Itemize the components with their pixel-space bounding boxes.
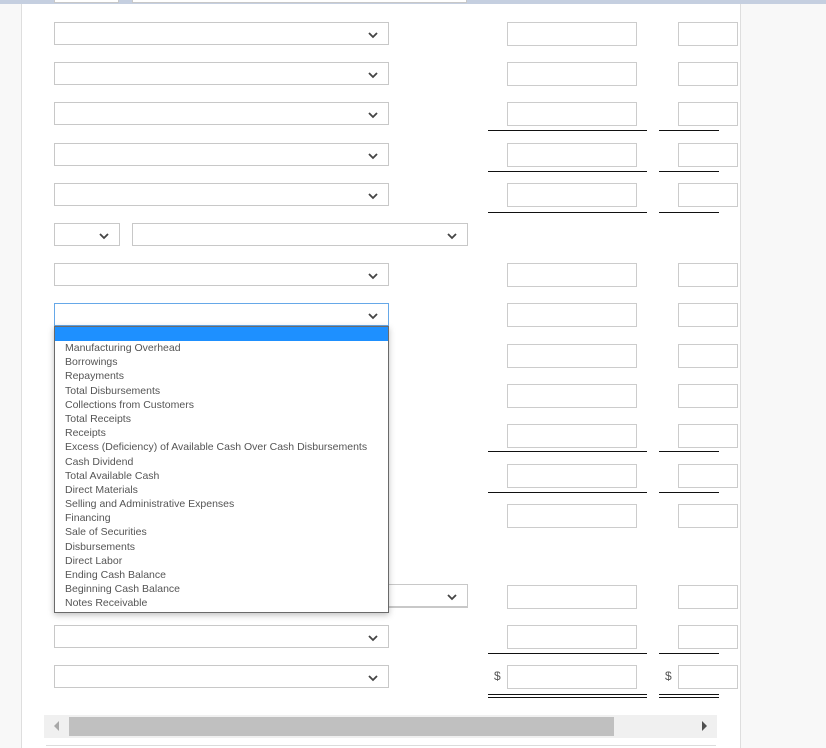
chevron-down-icon	[367, 149, 379, 161]
select-line-item[interactable]	[54, 625, 389, 648]
double-underline	[488, 694, 647, 698]
chevron-down-icon	[367, 309, 379, 321]
underline	[488, 130, 647, 131]
amount-input-col1[interactable]	[507, 504, 637, 528]
amount-input-col1[interactable]	[507, 665, 637, 689]
left-margin	[0, 4, 22, 748]
amount-input-col1[interactable]	[507, 183, 637, 207]
amount-input-col2[interactable]	[678, 263, 738, 287]
select-line-item[interactable]	[54, 143, 389, 166]
chevron-down-icon	[367, 671, 379, 683]
partial-select-wide[interactable]	[132, 0, 467, 3]
underline	[488, 171, 647, 172]
amount-input-col1[interactable]	[507, 464, 637, 488]
amount-input-col2[interactable]	[678, 22, 738, 46]
select-small[interactable]	[54, 223, 120, 246]
select-line-item[interactable]	[54, 183, 389, 206]
underline	[488, 212, 647, 213]
amount-input-col2[interactable]	[678, 62, 738, 86]
underline	[659, 130, 719, 131]
dropdown-option[interactable]	[55, 327, 388, 341]
dropdown-option[interactable]: Total Disbursements	[55, 384, 388, 398]
amount-input-col2[interactable]	[678, 585, 738, 609]
amount-input-col1[interactable]	[507, 102, 637, 126]
underline	[488, 451, 647, 452]
select-line-item[interactable]	[54, 62, 389, 85]
dropdown-option[interactable]: Direct Materials	[55, 483, 388, 497]
select-line-item[interactable]	[54, 263, 389, 286]
dropdown-list[interactable]: Manufacturing Overhead Borrowings Repaymen…	[54, 326, 389, 613]
underline	[659, 451, 719, 452]
dollar-sign: $	[494, 669, 501, 683]
underline	[488, 492, 647, 493]
chevron-down-icon	[98, 229, 110, 241]
amount-input-col1[interactable]	[507, 424, 637, 448]
dropdown-option[interactable]: Ending Cash Balance	[55, 568, 388, 582]
dropdown-option[interactable]: Repayments	[55, 369, 388, 383]
chevron-down-icon	[367, 631, 379, 643]
dropdown-option[interactable]: Direct Labor	[55, 554, 388, 568]
double-underline	[659, 694, 719, 698]
dropdown-option[interactable]: Selling and Administrative Expenses	[55, 497, 388, 511]
dollar-sign: $	[665, 669, 672, 683]
amount-input-col1[interactable]	[507, 62, 637, 86]
select-open[interactable]	[54, 303, 389, 326]
select-line-item[interactable]	[54, 665, 389, 688]
dropdown-option[interactable]: Beginning Cash Balance	[55, 582, 388, 596]
amount-input-col2[interactable]	[678, 625, 738, 649]
scrollbar-thumb[interactable]	[69, 717, 614, 736]
dropdown-option[interactable]: Financing	[55, 511, 388, 525]
chevron-down-icon	[367, 108, 379, 120]
amount-input-col1[interactable]	[507, 625, 637, 649]
amount-input-col2[interactable]	[678, 344, 738, 368]
amount-input-col2[interactable]	[678, 665, 738, 689]
select-line-item[interactable]	[54, 22, 389, 45]
dropdown-option[interactable]: Total Available Cash	[55, 469, 388, 483]
amount-input-col1[interactable]	[507, 22, 637, 46]
amount-input-col1[interactable]	[507, 143, 637, 167]
amount-input-col1[interactable]	[507, 263, 637, 287]
amount-input-col1[interactable]	[507, 303, 637, 327]
dropdown-option[interactable]: Sale of Securities	[55, 525, 388, 539]
underline	[659, 212, 719, 213]
dropdown-option[interactable]: Manufacturing Overhead	[55, 341, 388, 355]
amount-input-col1[interactable]	[507, 585, 637, 609]
underline	[488, 653, 647, 654]
triangle-right-icon[interactable]	[702, 721, 707, 731]
select-account[interactable]	[132, 223, 468, 246]
underline	[659, 492, 719, 493]
dropdown-option[interactable]: Cash Dividend	[55, 455, 388, 469]
chevron-down-icon	[367, 28, 379, 40]
horizontal-scrollbar[interactable]	[44, 715, 717, 738]
amount-input-col2[interactable]	[678, 424, 738, 448]
partial-select-small[interactable]	[54, 0, 119, 3]
dropdown-option[interactable]: Notes Receivable	[55, 596, 388, 610]
amount-input-col2[interactable]	[678, 143, 738, 167]
chevron-down-icon	[367, 269, 379, 281]
dropdown-option[interactable]: Borrowings	[55, 355, 388, 369]
underline	[659, 171, 719, 172]
dropdown-option[interactable]: Excess (Deficiency) of Available Cash Ov…	[55, 440, 388, 454]
chevron-down-icon	[446, 590, 458, 602]
amount-input-col2[interactable]	[678, 303, 738, 327]
amount-input-col2[interactable]	[678, 504, 738, 528]
chevron-down-icon	[446, 229, 458, 241]
amount-input-col2[interactable]	[678, 464, 738, 488]
dropdown-option[interactable]: Receipts	[55, 426, 388, 440]
amount-input-col2[interactable]	[678, 384, 738, 408]
amount-input-col2[interactable]	[678, 183, 738, 207]
amount-input-col2[interactable]	[678, 102, 738, 126]
divider	[46, 745, 716, 746]
underline	[659, 653, 719, 654]
right-panel	[740, 4, 826, 748]
chevron-down-icon	[367, 68, 379, 80]
amount-input-col1[interactable]	[507, 384, 637, 408]
amount-input-col1[interactable]	[507, 344, 637, 368]
dropdown-option[interactable]: Collections from Customers	[55, 398, 388, 412]
select-line-item[interactable]	[54, 102, 389, 125]
dropdown-option[interactable]: Disbursements	[55, 540, 388, 554]
dropdown-option[interactable]: Total Receipts	[55, 412, 388, 426]
chevron-down-icon	[367, 189, 379, 201]
triangle-left-icon[interactable]	[54, 721, 59, 731]
